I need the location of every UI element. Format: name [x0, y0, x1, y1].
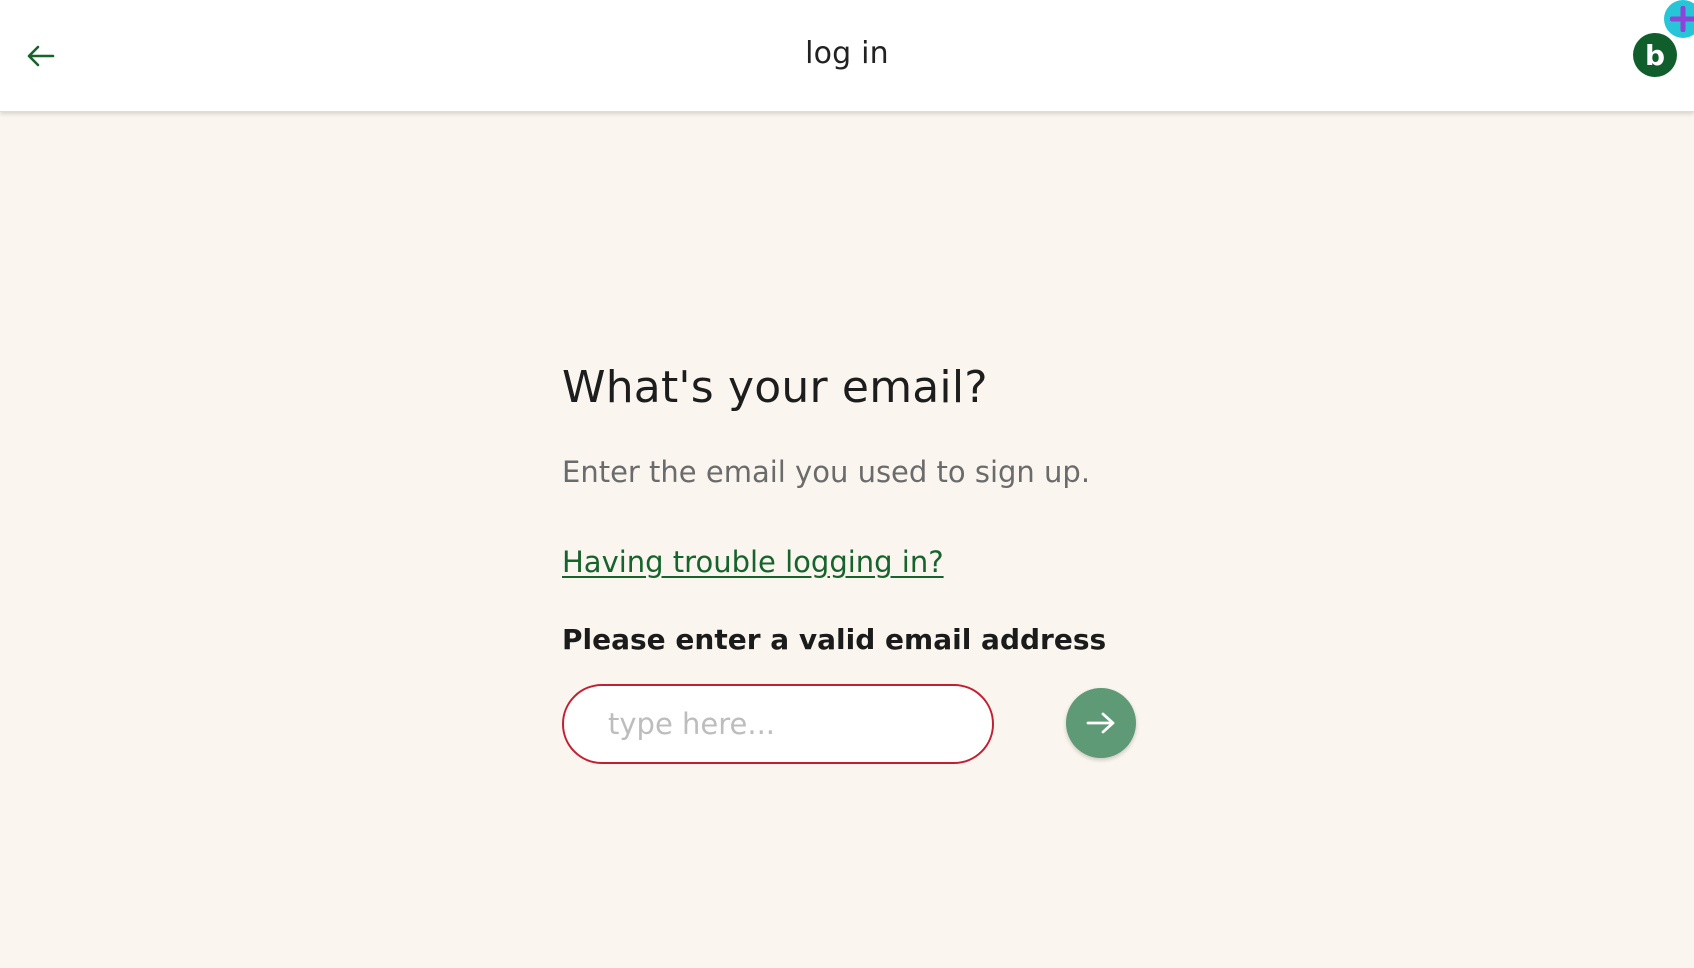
extension-badge[interactable]: [1664, 0, 1694, 38]
submit-button[interactable]: [1066, 688, 1136, 758]
email-field-label: Please enter a valid email address: [562, 623, 1107, 656]
form-heading: What's your email?: [562, 362, 988, 413]
trouble-logging-in-link[interactable]: Having trouble logging in?: [562, 544, 944, 580]
email-field[interactable]: [562, 684, 994, 764]
avatar[interactable]: b: [1633, 33, 1677, 77]
top-bar: log in b: [0, 0, 1694, 112]
page-title: log in: [805, 36, 889, 71]
email-input-row: [562, 684, 1182, 766]
plus-icon: [1670, 6, 1694, 32]
avatar-letter: b: [1644, 38, 1666, 72]
arrow-right-icon: [1086, 712, 1115, 734]
form-subtext: Enter the email you used to sign up.: [562, 455, 1091, 489]
login-form: What's your email? Enter the email you u…: [562, 360, 1182, 766]
